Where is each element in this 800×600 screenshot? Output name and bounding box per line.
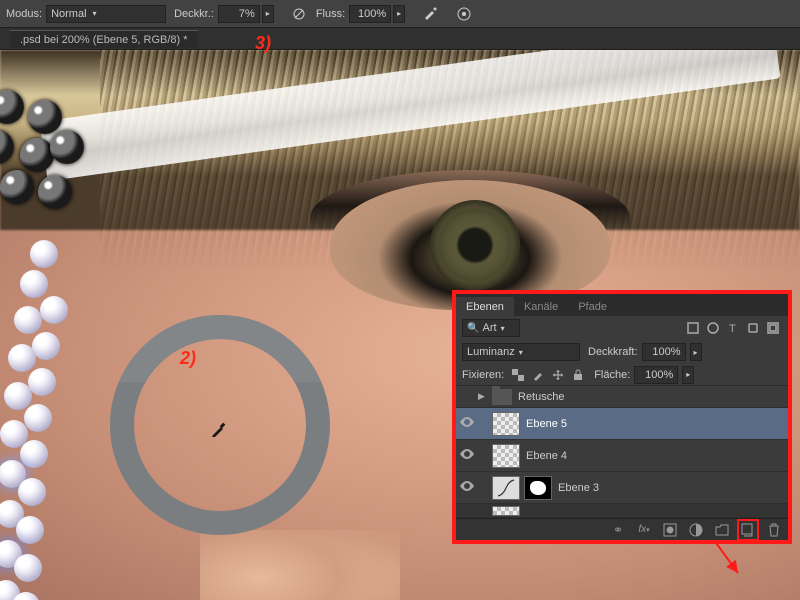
layer-name[interactable]: Ebene 3	[558, 482, 788, 494]
blend-mode-value: Normal	[51, 8, 86, 20]
blend-mode-dropdown[interactable]: Luminanz▾	[462, 343, 580, 361]
lock-transparency-icon[interactable]	[510, 367, 526, 383]
layers-panel: Ebenen Kanäle Pfade 🔍 Art▾ T Luminanz▾ D…	[452, 290, 792, 544]
flow-stepper[interactable]: ▸	[393, 5, 405, 23]
layer-name[interactable]: Ebene 5	[526, 418, 788, 430]
new-group-icon[interactable]	[714, 522, 730, 538]
visibility-eye-icon[interactable]	[460, 417, 474, 430]
tab-layers[interactable]: Ebenen	[456, 297, 514, 316]
chevron-down-icon: ▾	[93, 9, 97, 18]
filter-smart-icon[interactable]	[764, 319, 782, 337]
opacity-field[interactable]: 7%	[218, 5, 260, 23]
filter-pixel-icon[interactable]	[684, 319, 702, 337]
opacity-label: Deckkr.:	[174, 8, 214, 20]
mode-label: Modus:	[6, 8, 42, 20]
trash-icon[interactable]	[766, 522, 782, 538]
lock-position-icon[interactable]	[550, 367, 566, 383]
filter-type-icon[interactable]: T	[724, 319, 742, 337]
fill-stepper[interactable]: ▸	[682, 366, 694, 384]
airbrush-icon[interactable]	[419, 3, 441, 25]
adjustment-thumbnail[interactable]	[492, 476, 520, 500]
layer-row[interactable]: Ebene 3	[456, 472, 788, 504]
new-layer-icon[interactable]	[740, 522, 756, 538]
flow-label: Fluss:	[316, 8, 345, 20]
layer-filter-row: 🔍 Art▾ T	[456, 316, 788, 340]
layer-list: ▶ Retusche Ebene 5 Ebene 4 Ebene 3	[456, 386, 788, 518]
folder-icon	[492, 389, 512, 405]
opacity-stepper[interactable]: ▸	[262, 5, 274, 23]
layer-opacity-label: Deckkraft:	[588, 346, 638, 358]
visibility-eye-icon[interactable]	[460, 449, 474, 462]
collapse-arrow-icon[interactable]: ▶	[478, 391, 492, 402]
pressure-opacity-icon[interactable]	[288, 3, 310, 25]
annotation-2: 2)	[180, 348, 196, 369]
link-layers-icon[interactable]: ⚭	[610, 522, 626, 538]
fill-field[interactable]: 100%	[634, 366, 678, 384]
opacity-stepper[interactable]: ▸	[690, 343, 702, 361]
visibility-eye-icon[interactable]	[460, 481, 474, 494]
layer-thumbnail[interactable]	[492, 412, 520, 436]
blend-opacity-row: Luminanz▾ Deckkraft: 100% ▸	[456, 340, 788, 364]
layer-row[interactable]: Ebene 4	[456, 440, 788, 472]
add-mask-icon[interactable]	[662, 522, 678, 538]
tab-channels[interactable]: Kanäle	[514, 297, 568, 316]
tab-paths[interactable]: Pfade	[568, 297, 617, 316]
layer-thumbnail	[492, 506, 520, 516]
lock-pixels-icon[interactable]	[530, 367, 546, 383]
options-bar: Modus: Normal ▾ Deckkr.: 7% ▸ Fluss: 100…	[0, 0, 800, 28]
blend-mode-dropdown[interactable]: Normal ▾	[46, 5, 166, 23]
layers-footer: ⚭ fx▾	[456, 518, 788, 540]
eyedropper-cursor-icon	[210, 420, 228, 443]
svg-text:T: T	[729, 323, 736, 334]
layer-opacity-field[interactable]: 100%	[642, 343, 686, 361]
filter-adjustment-icon[interactable]	[704, 319, 722, 337]
fx-icon[interactable]: fx▾	[636, 522, 652, 538]
layer-name[interactable]: Ebene 4	[526, 450, 788, 462]
layer-name[interactable]: Retusche	[518, 391, 788, 403]
filter-shape-icon[interactable]	[744, 319, 762, 337]
document-tab[interactable]: .psd bei 200% (Ebene 5, RGB/8) *	[10, 30, 198, 48]
pressure-size-icon[interactable]	[453, 3, 475, 25]
new-adjustment-icon[interactable]	[688, 522, 704, 538]
document-tab-bar: .psd bei 200% (Ebene 5, RGB/8) *	[0, 28, 800, 50]
mask-thumbnail[interactable]	[524, 476, 552, 500]
layer-row-partial	[456, 504, 788, 518]
layer-thumbnail[interactable]	[492, 444, 520, 468]
annotation-3: 3)	[255, 33, 271, 54]
lock-all-icon[interactable]	[570, 367, 586, 383]
flow-field[interactable]: 100%	[349, 5, 391, 23]
fill-label: Fläche:	[594, 369, 630, 381]
layer-filter-dropdown[interactable]: 🔍 Art▾	[462, 319, 520, 337]
lock-fill-row: Fixieren: Fläche: 100% ▸	[456, 364, 788, 386]
lock-label: Fixieren:	[462, 369, 504, 381]
layer-group[interactable]: ▶ Retusche	[456, 386, 788, 408]
panel-tabs: Ebenen Kanäle Pfade	[456, 294, 788, 316]
layer-row-selected[interactable]: Ebene 5	[456, 408, 788, 440]
